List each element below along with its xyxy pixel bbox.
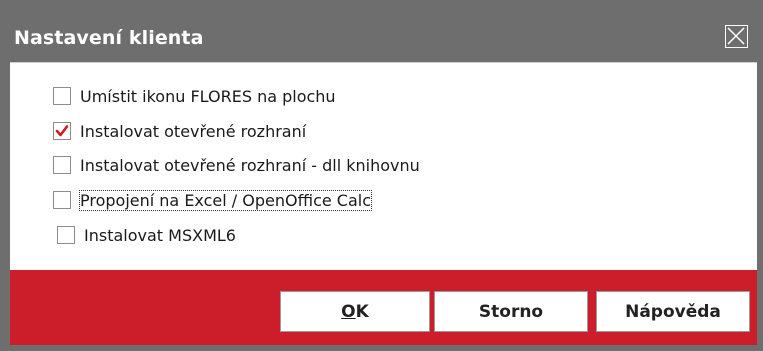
option-label: Instalovat otevřené rozhraní xyxy=(80,121,307,141)
option-label: Propojení na Excel / OpenOffice Calc xyxy=(78,189,373,211)
close-icon xyxy=(727,27,745,45)
option-open-interface-dll[interactable]: Instalovat otevřené rozhraní - dll kniho… xyxy=(53,152,420,178)
checkbox[interactable] xyxy=(53,122,71,140)
close-button[interactable] xyxy=(725,25,748,48)
checkbox[interactable] xyxy=(53,156,71,174)
checkbox[interactable] xyxy=(53,87,71,105)
ok-button[interactable]: OK xyxy=(280,291,430,332)
option-open-interface[interactable]: Instalovat otevřené rozhraní xyxy=(53,118,306,144)
option-label: Umístit ikonu FLORES na plochu xyxy=(80,86,336,106)
cancel-button[interactable]: Storno xyxy=(434,291,588,332)
option-desktop-icon[interactable]: Umístit ikonu FLORES na plochu xyxy=(53,83,336,109)
button-bar: OK Storno Nápověda xyxy=(10,270,757,345)
option-msxml6[interactable]: Instalovat MSXML6 xyxy=(57,222,236,248)
ok-label: OK xyxy=(341,301,369,322)
options-panel: Umístit ikonu FLORES na plochu Instalova… xyxy=(10,62,757,270)
option-excel-link[interactable]: Propojení na Excel / OpenOffice Calc xyxy=(53,187,373,213)
option-label: Instalovat MSXML6 xyxy=(84,225,236,245)
dialog-title: Nastavení klienta xyxy=(14,27,204,49)
option-label: Instalovat otevřené rozhraní - dll kniho… xyxy=(80,155,420,175)
checkmark-icon xyxy=(55,125,69,137)
checkbox[interactable] xyxy=(53,191,71,209)
help-button[interactable]: Nápověda xyxy=(596,291,750,332)
checkbox[interactable] xyxy=(57,226,75,244)
settings-dialog: Nastavení klienta Umístit ikonu FLORES n… xyxy=(0,0,763,351)
title-bar: Nastavení klienta xyxy=(10,13,757,62)
help-label: Nápověda xyxy=(625,301,721,322)
cancel-label: Storno xyxy=(478,301,544,322)
